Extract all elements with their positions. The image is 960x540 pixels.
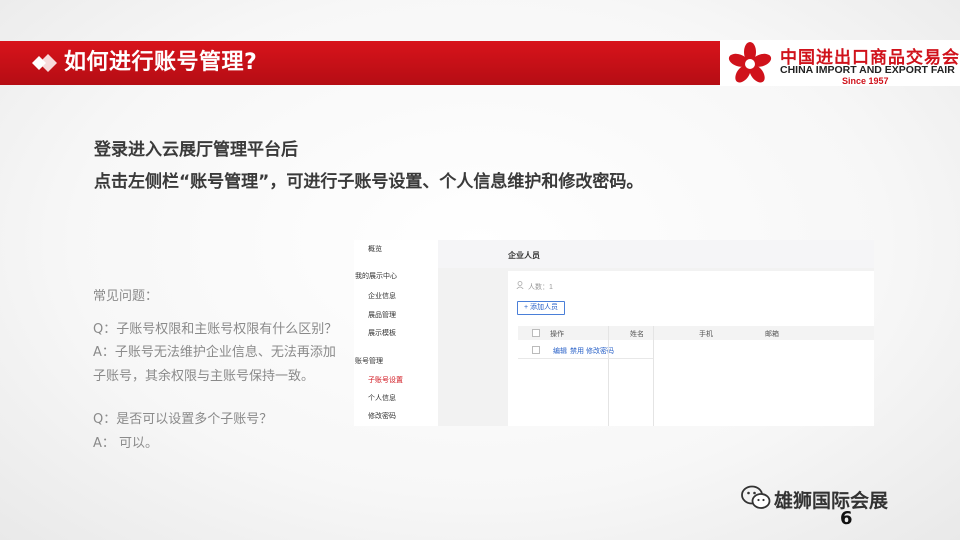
user-icon bbox=[516, 281, 524, 289]
row-divider bbox=[518, 358, 653, 359]
disable-link[interactable]: 禁用 bbox=[570, 346, 584, 356]
sidebar-item-change-password[interactable]: 修改密码 bbox=[368, 411, 396, 421]
sidebar-item-company-info[interactable]: 企业信息 bbox=[368, 291, 396, 301]
member-count-text: 人数：1 bbox=[528, 284, 553, 291]
logo-since-text: Since 1957 bbox=[842, 76, 889, 86]
column-divider bbox=[608, 326, 609, 426]
platform-page-header: 企业人员 bbox=[438, 240, 874, 268]
platform-sidebar: 概览 我的展示中心 企业信息 展品管理 展示模板 账号管理 子账号设置 个人信息… bbox=[354, 240, 438, 426]
column-divider bbox=[653, 326, 654, 426]
watermark-text: 雄狮国际会展 bbox=[774, 490, 889, 512]
column-header-name: 姓名 bbox=[630, 331, 644, 338]
table-header: 操作 姓名 手机 邮箱 bbox=[518, 326, 874, 340]
sidebar-section-account: 账号管理 bbox=[355, 358, 383, 365]
column-header-email: 邮箱 bbox=[765, 331, 779, 338]
faq-line: 子账号，其余权限与主账号保持一致。 bbox=[93, 369, 315, 384]
table-row: 编辑 禁用 修改密码 bbox=[518, 344, 653, 356]
sidebar-item-sub-accounts[interactable]: 子账号设置 bbox=[368, 375, 403, 385]
faq-line: Q：是否可以设置多个子账号？ bbox=[93, 412, 273, 427]
faq-line: A： 可以。 bbox=[93, 436, 159, 451]
column-header-actions: 操作 bbox=[550, 331, 564, 338]
flower-logo-icon bbox=[728, 42, 772, 83]
platform-screenshot: 概览 我的展示中心 企业信息 展品管理 展示模板 账号管理 子账号设置 个人信息… bbox=[354, 240, 874, 426]
diamonds-icon bbox=[32, 54, 57, 72]
faq-line: A：子账号无法维护企业信息、无法再添加 bbox=[93, 345, 336, 360]
logo-english-text: CHINA IMPORT AND EXPORT FAIR bbox=[780, 64, 955, 76]
add-member-button[interactable]: + 添加人员 bbox=[517, 301, 565, 315]
intro-text: 登录进入云展厅管理平台后 点击左侧栏“账号管理”，可进行子账号设置、个人信息维护… bbox=[94, 134, 643, 198]
intro-line-2: 点击左侧栏“账号管理”，可进行子账号设置、个人信息维护和修改密码。 bbox=[94, 172, 644, 192]
sidebar-item-templates[interactable]: 展示模板 bbox=[368, 328, 396, 338]
sidebar-item-personal-info[interactable]: 个人信息 bbox=[368, 393, 396, 403]
sidebar-item-overview[interactable]: 概览 bbox=[368, 244, 382, 254]
edit-link[interactable]: 编辑 bbox=[553, 346, 567, 356]
row-checkbox[interactable] bbox=[532, 346, 540, 354]
column-header-phone: 手机 bbox=[699, 331, 713, 338]
page-title: 如何进行账号管理? bbox=[64, 50, 258, 75]
intro-line-1: 登录进入云展厅管理平台后 bbox=[94, 140, 298, 160]
faq-heading: 常见问题： bbox=[93, 289, 159, 304]
platform-main: 企业人员 人数：1 + 添加人员 操作 姓名 手机 邮箱 编辑 禁用 修改密码 bbox=[438, 240, 874, 426]
sidebar-item-exhibits[interactable]: 展品管理 bbox=[368, 310, 396, 320]
page-number: 6 bbox=[840, 508, 853, 529]
select-all-checkbox[interactable] bbox=[532, 329, 540, 337]
sidebar-section-showcase: 我的展示中心 bbox=[355, 273, 397, 280]
faq-line: Q：子账号权限和主账号权限有什么区别？ bbox=[93, 322, 338, 337]
platform-content: 人数：1 + 添加人员 操作 姓名 手机 邮箱 编辑 禁用 修改密码 bbox=[508, 271, 874, 426]
title-bar: 如何进行账号管理? bbox=[0, 41, 720, 85]
wechat-icon bbox=[741, 485, 771, 509]
canton-fair-logo: 中国进出口商品交易会 CHINA IMPORT AND EXPORT FAIR … bbox=[720, 40, 960, 86]
platform-page-title: 企业人员 bbox=[508, 251, 540, 260]
change-password-link[interactable]: 修改密码 bbox=[586, 346, 614, 356]
